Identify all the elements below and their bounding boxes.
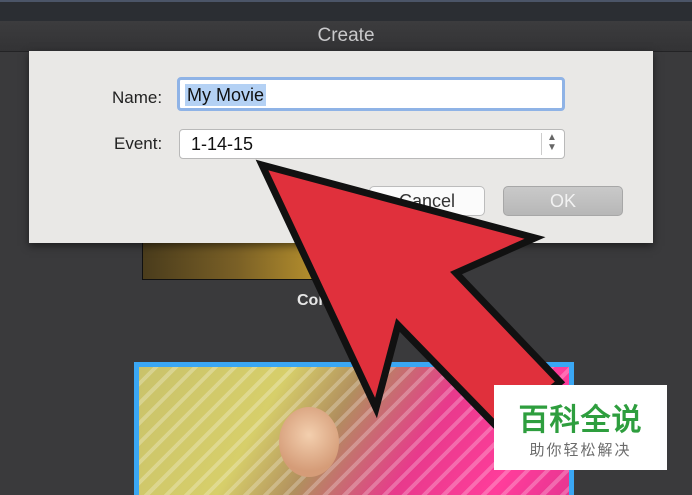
watermark-title: 百科全说 [518,404,643,437]
watermark-subtitle: 助你轻松解决 [529,442,632,459]
watermark-logo: 百科全说 助你轻松解决 [494,385,667,470]
app-window: Create Con Name: My Movie Event: 1-14-15… [0,0,692,495]
